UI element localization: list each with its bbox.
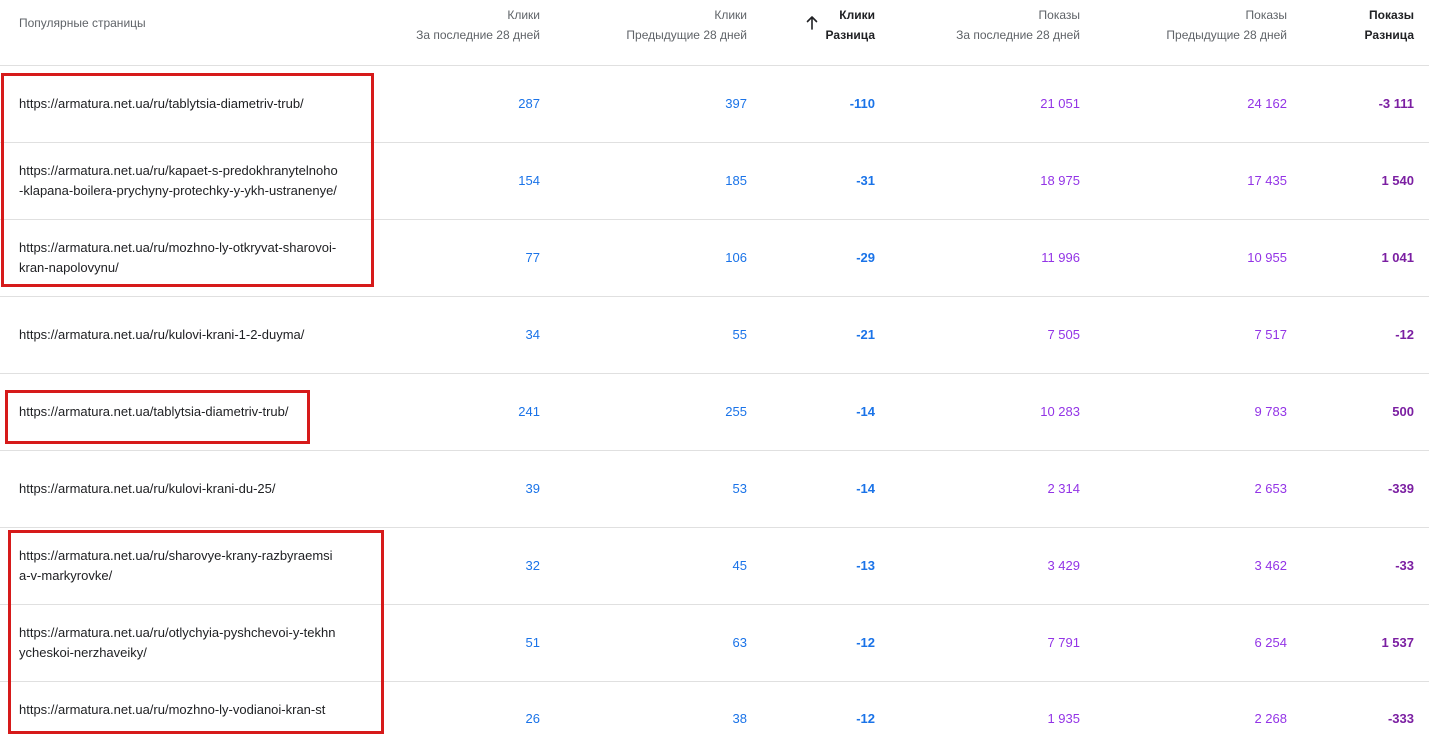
top-pages-table: Популярные страницы Клики За последние 2…	[0, 0, 1429, 734]
clicks-current: 287	[518, 96, 540, 111]
clicks-current: 154	[518, 173, 540, 188]
impressions-current: 7 505	[1047, 327, 1080, 342]
table-row[interactable]: https://armatura.net.ua/ru/mozhno-ly-vod…	[0, 682, 1429, 734]
clicks-difference: -110	[849, 96, 875, 111]
clicks-previous: 45	[732, 558, 747, 573]
clicks-previous: 53	[732, 481, 747, 496]
clicks-difference: -12	[856, 635, 875, 650]
clicks-current: 241	[518, 404, 540, 419]
table-row[interactable]: https://armatura.net.ua/ru/kulovi-krani-…	[0, 451, 1429, 528]
arrow-up-icon[interactable]	[805, 15, 819, 31]
impressions-current: 11 996	[1041, 250, 1080, 265]
impressions-difference: -12	[1395, 327, 1414, 342]
clicks-previous: 397	[725, 96, 747, 111]
table-row[interactable]: https://armatura.net.ua/tablytsia-diamet…	[0, 374, 1429, 451]
header-impressions-current[interactable]: Показы За последние 28 дней	[956, 5, 1080, 45]
clicks-difference: -29	[856, 250, 875, 265]
table-row[interactable]: https://armatura.net.ua/ru/mozhno-ly-otk…	[0, 220, 1429, 297]
clicks-difference: -14	[856, 404, 875, 419]
page-url[interactable]: https://armatura.net.ua/ru/sharovye-kran…	[19, 546, 339, 586]
impressions-difference: 500	[1392, 404, 1414, 419]
clicks-previous: 63	[732, 635, 747, 650]
header-impressions-difference[interactable]: Показы Разница	[1365, 5, 1414, 45]
header-impressions-difference-title: Показы	[1369, 8, 1414, 22]
table-row[interactable]: https://armatura.net.ua/ru/sharovye-kran…	[0, 528, 1429, 605]
impressions-current: 2 314	[1047, 481, 1080, 496]
page-url[interactable]: https://armatura.net.ua/ru/kulovi-krani-…	[19, 479, 339, 499]
impressions-previous: 3 462	[1254, 558, 1287, 573]
header-impressions-previous[interactable]: Показы Предыдущие 28 дней	[1166, 5, 1287, 45]
clicks-difference: -12	[856, 711, 875, 726]
clicks-previous: 185	[725, 173, 747, 188]
header-clicks-difference-title: Клики	[839, 8, 875, 22]
header-clicks-current-period: За последние 28 дней	[416, 28, 540, 42]
clicks-previous: 38	[732, 711, 747, 726]
clicks-current: 77	[525, 250, 540, 265]
header-clicks-previous-period: Предыдущие 28 дней	[626, 28, 747, 42]
table-row[interactable]: https://armatura.net.ua/ru/tablytsia-dia…	[0, 66, 1429, 143]
clicks-difference: -21	[856, 327, 875, 342]
table-row[interactable]: https://armatura.net.ua/ru/otlychyia-pys…	[0, 605, 1429, 682]
header-clicks-previous-title: Клики	[714, 8, 747, 22]
impressions-difference: 1 537	[1381, 635, 1414, 650]
clicks-difference: -14	[856, 481, 875, 496]
clicks-current: 34	[525, 327, 540, 342]
table-row[interactable]: https://armatura.net.ua/ru/kapaet-s-pred…	[0, 143, 1429, 220]
clicks-current: 26	[525, 711, 540, 726]
clicks-current: 32	[525, 558, 540, 573]
impressions-previous: 6 254	[1254, 635, 1287, 650]
header-clicks-current[interactable]: Клики За последние 28 дней	[416, 5, 540, 45]
impressions-current: 10 283	[1040, 404, 1080, 419]
header-pages[interactable]: Популярные страницы	[19, 13, 146, 33]
impressions-difference: 1 540	[1381, 173, 1414, 188]
clicks-difference: -13	[856, 558, 875, 573]
clicks-difference: -31	[856, 173, 875, 188]
impressions-previous: 10 955	[1247, 250, 1287, 265]
table-row[interactable]: https://armatura.net.ua/ru/kulovi-krani-…	[0, 297, 1429, 374]
page-url[interactable]: https://armatura.net.ua/ru/kulovi-krani-…	[19, 325, 339, 345]
impressions-previous: 7 517	[1254, 327, 1287, 342]
page-url[interactable]: https://armatura.net.ua/ru/mozhno-ly-otk…	[19, 238, 339, 278]
header-impressions-difference-label: Разница	[1364, 28, 1414, 42]
impressions-previous: 24 162	[1247, 96, 1287, 111]
header-clicks-current-title: Клики	[507, 8, 540, 22]
page-url[interactable]: https://armatura.net.ua/ru/mozhno-ly-vod…	[19, 700, 339, 720]
clicks-previous: 106	[725, 250, 747, 265]
clicks-previous: 55	[732, 327, 747, 342]
header-clicks-difference[interactable]: Клики Разница	[826, 5, 875, 45]
impressions-current: 18 975	[1040, 173, 1080, 188]
header-impressions-current-title: Показы	[1038, 8, 1080, 22]
impressions-current: 1 935	[1047, 711, 1080, 726]
clicks-current: 39	[525, 481, 540, 496]
header-clicks-previous[interactable]: Клики Предыдущие 28 дней	[626, 5, 747, 45]
impressions-difference: -339	[1387, 481, 1414, 496]
header-impressions-previous-title: Показы	[1245, 8, 1287, 22]
impressions-previous: 2 653	[1254, 481, 1287, 496]
impressions-previous: 17 435	[1247, 173, 1287, 188]
header-clicks-difference-label: Разница	[825, 28, 875, 42]
clicks-current: 51	[525, 635, 540, 650]
page-url[interactable]: https://armatura.net.ua/tablytsia-diamet…	[19, 402, 339, 422]
impressions-current: 21 051	[1040, 96, 1080, 111]
header-impressions-current-period: За последние 28 дней	[956, 28, 1080, 42]
clicks-previous: 255	[725, 404, 747, 419]
impressions-difference: 1 041	[1381, 250, 1414, 265]
impressions-difference: -33	[1395, 558, 1414, 573]
header-impressions-previous-period: Предыдущие 28 дней	[1166, 28, 1287, 42]
impressions-current: 3 429	[1047, 558, 1080, 573]
page-url[interactable]: https://armatura.net.ua/ru/otlychyia-pys…	[19, 623, 339, 663]
page-url[interactable]: https://armatura.net.ua/ru/tablytsia-dia…	[19, 94, 339, 114]
table-header: Популярные страницы Клики За последние 2…	[0, 0, 1429, 66]
impressions-previous: 9 783	[1254, 404, 1287, 419]
impressions-previous: 2 268	[1254, 711, 1287, 726]
impressions-difference: -333	[1387, 711, 1414, 726]
page-url[interactable]: https://armatura.net.ua/ru/kapaet-s-pred…	[19, 161, 339, 201]
impressions-current: 7 791	[1047, 635, 1080, 650]
impressions-difference: -3 111	[1378, 96, 1414, 111]
